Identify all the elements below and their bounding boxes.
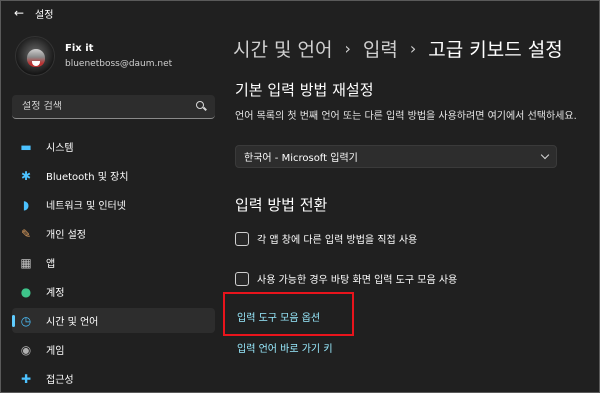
wifi-icon: ◗ — [22, 197, 30, 212]
sidebar-item-label: 계정 — [46, 288, 65, 299]
sidebar-item-label: Bluetooth 및 장치 — [46, 172, 129, 183]
app-title: 설정 — [35, 9, 54, 21]
sidebar-item-personalization[interactable]: ✎ 개인 설정 — [12, 221, 215, 246]
monitor-icon: ▬ — [20, 139, 32, 154]
avatar — [15, 36, 55, 76]
user-profile[interactable]: Fix it bluenetboss@daum.net — [15, 36, 172, 76]
chevron-right-icon: › — [409, 38, 417, 58]
time-language-icon: ◷ — [20, 313, 32, 328]
chevron-right-icon: › — [344, 38, 351, 58]
sidebar-item-accounts[interactable]: ● 계정 — [12, 279, 215, 304]
breadcrumb: 시간 및 언어 › 입력 › 고급 키보드 설정 — [233, 35, 563, 61]
back-arrow-icon: ← — [13, 6, 25, 20]
sidebar-item-label: 시스템 — [46, 143, 74, 154]
chevron-down-icon — [540, 150, 550, 160]
search-icon[interactable] — [196, 101, 207, 112]
section-title-default-input: 기본 입력 방법 재설정 — [235, 81, 374, 99]
settings-search[interactable] — [12, 95, 215, 119]
account-icon: ● — [20, 284, 32, 299]
active-indicator — [12, 315, 15, 327]
sidebar-item-time-language[interactable]: ◷ 시간 및 언어 — [12, 308, 215, 333]
paintbrush-icon: ✎ — [20, 226, 32, 241]
sidebar-item-gaming[interactable]: ◉ 게임 — [12, 337, 215, 362]
breadcrumb-time-language[interactable]: 시간 및 언어 — [233, 35, 332, 62]
breadcrumb-input[interactable]: 입력 — [363, 35, 398, 62]
checkbox-label: 각 앱 창에 다른 입력 방법을 직접 사용 — [257, 235, 418, 246]
profile-name: Fix it — [65, 43, 94, 54]
accessibility-icon: ✚ — [20, 371, 32, 386]
sidebar-item-label: 시간 및 언어 — [46, 317, 99, 328]
search-input[interactable] — [22, 101, 182, 112]
sidebar-item-label: 개인 설정 — [46, 230, 86, 241]
checkbox-label: 사용 가능한 경우 바탕 화면 입력 도구 모음 사용 — [257, 275, 458, 286]
input-language-hotkeys-link[interactable]: 입력 언어 바로 가기 키 — [237, 340, 333, 355]
sidebar-item-network[interactable]: ◗ 네트워크 및 인터넷 — [12, 192, 215, 217]
sidebar-item-label: 게임 — [46, 346, 65, 357]
sidebar-item-system[interactable]: ▬ 시스템 — [12, 134, 215, 159]
sidebar-item-accessibility[interactable]: ✚ 접근성 — [12, 366, 215, 391]
dropdown-value: 한국어 - Microsoft 입력기 — [244, 153, 358, 164]
highlight-annotation — [223, 292, 354, 336]
sidebar-item-bluetooth[interactable]: ✱ Bluetooth 및 장치 — [12, 163, 215, 188]
sidebar-item-label: 네트워크 및 인터넷 — [46, 201, 126, 212]
sidebar-item-apps[interactable]: ▦ 앱 — [12, 250, 215, 275]
back-button[interactable]: ← — [7, 1, 31, 25]
title-bar: ← 설정 — [1, 1, 600, 25]
checkbox-row-desktop-toolbar[interactable]: 사용 가능한 경우 바탕 화면 입력 도구 모음 사용 — [235, 271, 457, 286]
checkbox-row-per-app[interactable]: 각 앱 창에 다른 입력 방법을 직접 사용 — [235, 231, 417, 246]
bluetooth-icon: ✱ — [20, 168, 32, 183]
section-description: 언어 목록의 첫 번째 언어 또는 다른 입력 방법을 사용하려면 여기에서 선… — [235, 111, 577, 122]
sidebar-nav: ▬ 시스템 ✱ Bluetooth 및 장치 ◗ 네트워크 및 인터넷 ✎ 개인… — [12, 134, 215, 393]
default-input-dropdown[interactable]: 한국어 - Microsoft 입력기 — [235, 145, 557, 168]
sidebar-item-label: 접근성 — [46, 375, 74, 386]
gamepad-icon: ◉ — [20, 342, 32, 357]
sidebar-item-label: 앱 — [46, 259, 56, 270]
page-title: 고급 키보드 설정 — [428, 38, 563, 61]
desktop-toolbar-checkbox[interactable] — [235, 271, 249, 286]
section-title-switching: 입력 방법 전환 — [235, 196, 328, 214]
per-app-input-checkbox[interactable] — [235, 231, 249, 246]
profile-email: bluenetboss@daum.net — [65, 59, 173, 69]
apps-icon: ▦ — [20, 255, 32, 270]
